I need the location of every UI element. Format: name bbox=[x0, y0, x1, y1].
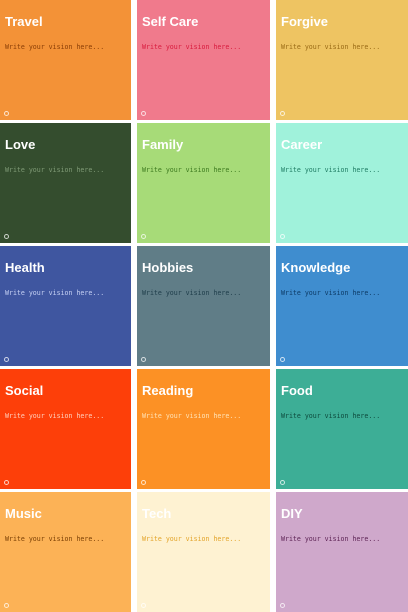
vision-input[interactable] bbox=[281, 43, 401, 52]
tile-title: Self Care bbox=[142, 14, 199, 29]
resize-handle-icon[interactable] bbox=[4, 111, 9, 116]
vision-input[interactable] bbox=[5, 289, 125, 298]
tile-reading[interactable]: Reading bbox=[137, 369, 270, 489]
tile-title: Music bbox=[5, 506, 42, 521]
tile-travel[interactable]: Travel bbox=[0, 0, 131, 120]
tile-title: Family bbox=[142, 137, 184, 152]
tile-forgive[interactable]: Forgive bbox=[276, 0, 408, 120]
resize-handle-icon[interactable] bbox=[280, 111, 285, 116]
resize-handle-icon[interactable] bbox=[280, 480, 285, 485]
resize-handle-icon[interactable] bbox=[141, 603, 146, 608]
vision-input[interactable] bbox=[5, 535, 125, 544]
tile-music[interactable]: Music bbox=[0, 492, 131, 612]
vision-board-grid: Travel Self Care Forgive Love Family Car… bbox=[0, 0, 408, 612]
vision-input[interactable] bbox=[142, 43, 262, 52]
resize-handle-icon[interactable] bbox=[141, 111, 146, 116]
tile-knowledge[interactable]: Knowledge bbox=[276, 246, 408, 366]
resize-handle-icon[interactable] bbox=[141, 480, 146, 485]
tile-title: Love bbox=[5, 137, 36, 152]
tile-title: DIY bbox=[281, 506, 303, 521]
vision-input[interactable] bbox=[281, 535, 401, 544]
tile-tech[interactable]: Tech bbox=[137, 492, 270, 612]
tile-food[interactable]: Food bbox=[276, 369, 408, 489]
vision-input[interactable] bbox=[142, 289, 262, 298]
vision-input[interactable] bbox=[5, 43, 125, 52]
tile-love[interactable]: Love bbox=[0, 123, 131, 243]
tile-diy[interactable]: DIY bbox=[276, 492, 408, 612]
resize-handle-icon[interactable] bbox=[141, 234, 146, 239]
vision-input[interactable] bbox=[281, 289, 401, 298]
vision-input[interactable] bbox=[5, 166, 125, 175]
tile-title: Social bbox=[5, 383, 44, 398]
tile-title: Career bbox=[281, 137, 323, 152]
vision-input[interactable] bbox=[281, 412, 401, 421]
tile-title: Tech bbox=[142, 506, 172, 521]
tile-title: Reading bbox=[142, 383, 194, 398]
tile-title: Health bbox=[5, 260, 45, 275]
resize-handle-icon[interactable] bbox=[280, 603, 285, 608]
vision-input[interactable] bbox=[142, 535, 262, 544]
tile-title: Hobbies bbox=[142, 260, 194, 275]
tile-title: Forgive bbox=[281, 14, 328, 29]
tile-social[interactable]: Social bbox=[0, 369, 131, 489]
tile-career[interactable]: Career bbox=[276, 123, 408, 243]
tile-hobbies[interactable]: Hobbies bbox=[137, 246, 270, 366]
vision-input[interactable] bbox=[142, 412, 262, 421]
resize-handle-icon[interactable] bbox=[141, 357, 146, 362]
tile-self-care[interactable]: Self Care bbox=[137, 0, 270, 120]
resize-handle-icon[interactable] bbox=[4, 603, 9, 608]
tile-title: Food bbox=[281, 383, 313, 398]
tile-title: Knowledge bbox=[281, 260, 351, 275]
resize-handle-icon[interactable] bbox=[280, 234, 285, 239]
tile-family[interactable]: Family bbox=[137, 123, 270, 243]
resize-handle-icon[interactable] bbox=[4, 480, 9, 485]
tile-health[interactable]: Health bbox=[0, 246, 131, 366]
resize-handle-icon[interactable] bbox=[4, 357, 9, 362]
vision-input[interactable] bbox=[281, 166, 401, 175]
vision-input[interactable] bbox=[5, 412, 125, 421]
resize-handle-icon[interactable] bbox=[280, 357, 285, 362]
resize-handle-icon[interactable] bbox=[4, 234, 9, 239]
vision-input[interactable] bbox=[142, 166, 262, 175]
tile-title: Travel bbox=[5, 14, 43, 29]
